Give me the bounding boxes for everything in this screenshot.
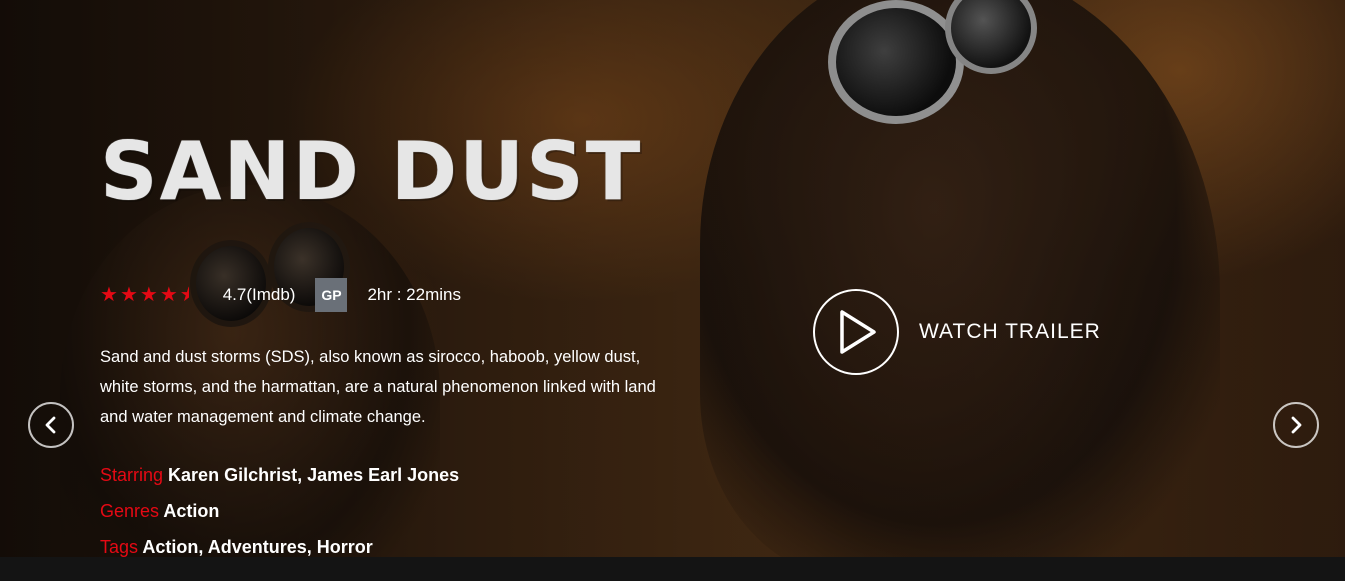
tags-value: Action, Adventures, Horror [142,537,373,557]
slider-next-button[interactable] [1273,402,1319,448]
hero-banner: SAND DUST ★ ★ ★ ★ ★ 4.7(Imdb) GP 2hr : 2… [0,0,1345,557]
play-icon [840,310,876,354]
chevron-left-icon [45,416,56,434]
watch-trailer-label: WATCH TRAILER [919,320,1101,343]
slider-prev-button[interactable] [28,402,74,448]
chevron-right-icon [1291,416,1302,434]
star-rating: ★ ★ ★ ★ ★ [100,285,198,305]
movie-description: Sand and dust storms (SDS), also known a… [100,348,656,426]
star-icon: ★ [119,284,138,306]
starring-label: Starring [100,465,164,485]
tags-label: Tags [100,537,139,557]
genres-label: Genres [100,501,160,521]
movie-duration: 2hr : 22mins [367,285,461,304]
movie-title: SAND DUST [100,125,643,218]
bottom-bar [0,557,1345,581]
play-button[interactable] [813,289,899,375]
movie-meta: ★ ★ ★ ★ ★ 4.7(Imdb) GP 2hr : 22mins [100,277,461,313]
genres-row: Genres Action [100,501,219,522]
star-icon: ★ [139,284,158,306]
tags-row: Tags Action, Adventures, Horror [100,537,373,557]
star-half-icon: ★ [179,284,198,306]
imdb-rating: 4.7(Imdb) [222,285,296,304]
starring-value: Karen Gilchrist, James Earl Jones [168,465,460,485]
genres-value: Action [163,501,220,521]
starring-row: Starring Karen Gilchrist, James Earl Jon… [100,465,459,486]
watch-trailer-button[interactable]: WATCH TRAILER [813,289,1101,375]
star-icon: ★ [100,284,118,306]
certificate-badge: GP [315,278,348,312]
star-icon: ★ [159,284,178,306]
